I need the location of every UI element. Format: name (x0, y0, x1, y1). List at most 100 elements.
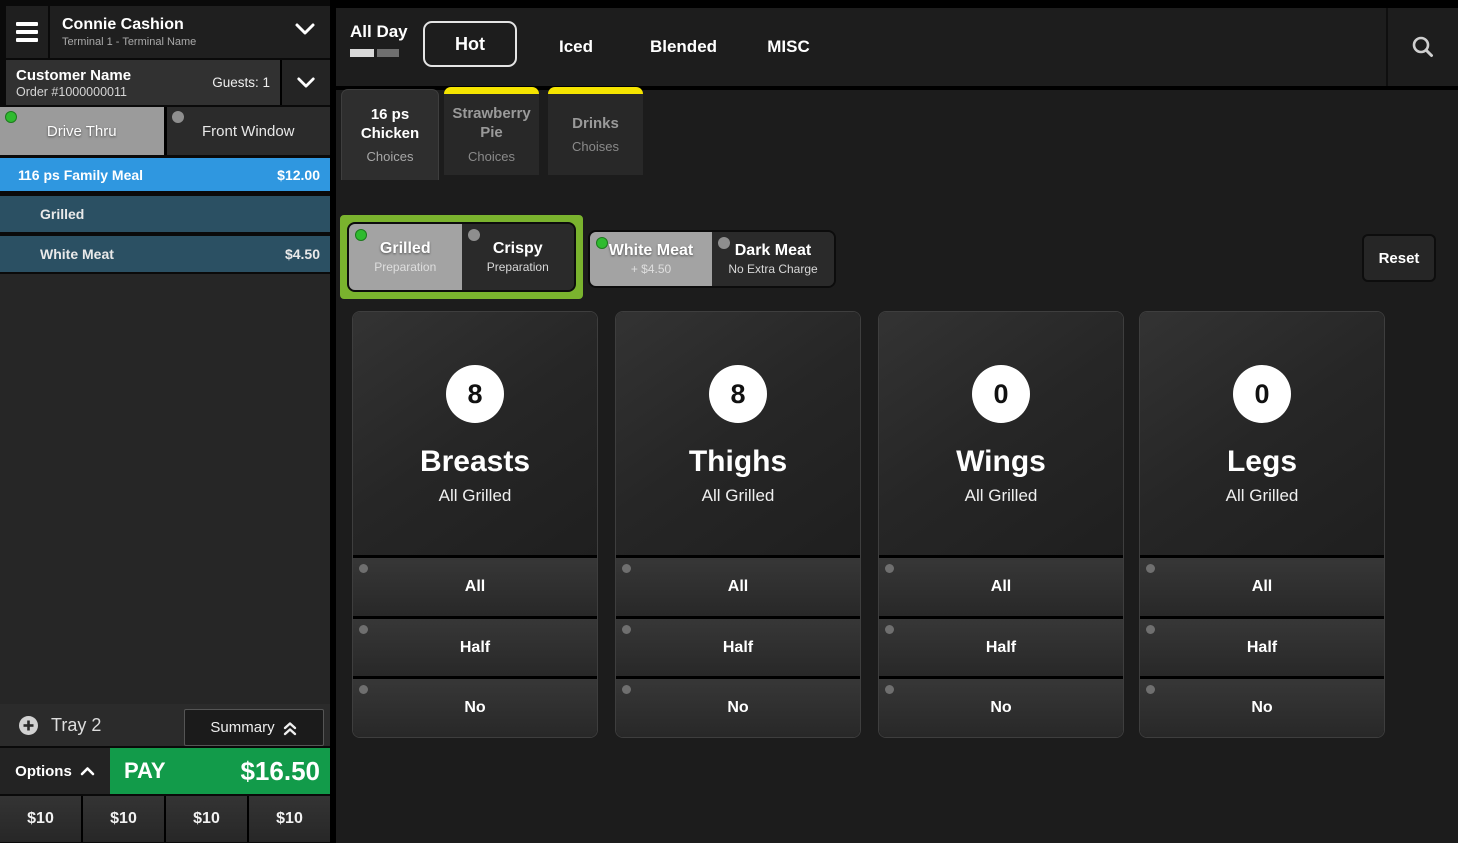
double-chevron-up-icon (282, 720, 298, 736)
toggle-label: White Meat (609, 242, 693, 260)
option-label: No (1251, 699, 1272, 717)
order-list-empty-area (0, 274, 330, 704)
modifier-name: White Meat (0, 246, 285, 262)
piece-card-subtitle: All Grilled (1226, 486, 1299, 506)
quick-cash-button[interactable]: $10 (249, 796, 330, 842)
category-tab-16ps-chicken[interactable]: 16 ps Chicken Choices (341, 89, 439, 180)
category-tab-drinks[interactable]: Drinks Choises (548, 87, 643, 175)
status-dot-icon (468, 229, 480, 241)
piece-card-title: Legs (1227, 445, 1297, 479)
category-tab-strawberry-pie[interactable]: Strawberry Pie Choices (444, 87, 539, 175)
piece-card-title: Wings (956, 445, 1046, 479)
channel-label: Drive Thru (47, 123, 117, 140)
toggle-grilled[interactable]: Grilled Preparation (349, 224, 462, 290)
piece-count-badge: 0 (972, 365, 1030, 423)
status-dot-icon (172, 111, 184, 123)
summary-label: Summary (210, 719, 274, 736)
modifier-name: Grilled (0, 206, 330, 222)
option-half-button[interactable]: Half (616, 619, 860, 677)
toggle-label: Dark Meat (735, 242, 811, 260)
option-all-button[interactable]: All (616, 558, 860, 616)
item-name: 16 ps Family Meal (22, 167, 277, 183)
piece-count-badge: 8 (446, 365, 504, 423)
piece-card-thighs: 8 Thighs All Grilled All Half No (615, 311, 861, 738)
quick-cash-button[interactable]: $10 (0, 796, 81, 842)
category-tab-subtitle: Choices (468, 149, 515, 164)
status-dot-icon (1146, 685, 1155, 694)
piece-card-legs: 0 Legs All Grilled All Half No (1139, 311, 1385, 738)
order-line-item[interactable]: 1 16 ps Family Meal $12.00 (0, 158, 330, 191)
all-day-label: All Day (350, 22, 408, 42)
tab-hot[interactable]: Hot (423, 21, 517, 67)
terminal-info[interactable]: Connie Cashion Terminal 1 - Terminal Nam… (50, 6, 330, 58)
option-label: Half (1247, 639, 1277, 657)
piece-card-title: Thighs (689, 445, 787, 479)
channel-tab-drive-thru[interactable]: Drive Thru (0, 107, 164, 155)
quick-cash-bar: $10 $10 $10 $10 (0, 796, 330, 842)
guests-count: Guests: 1 (212, 75, 270, 90)
status-dot-icon (885, 564, 894, 573)
menu-content: 16 ps Chicken Choices Strawberry Pie Cho… (336, 90, 1458, 843)
option-all-button[interactable]: All (1140, 558, 1384, 616)
piece-card-header: 0 Wings All Grilled (879, 312, 1123, 555)
status-dot-icon (359, 685, 368, 694)
tab-misc[interactable]: MISC (756, 8, 821, 86)
option-label: No (727, 699, 748, 717)
summary-button[interactable]: Summary (184, 709, 324, 746)
option-half-button[interactable]: Half (879, 619, 1123, 677)
toggle-label: Grilled (380, 240, 431, 258)
tab-blended[interactable]: Blended (641, 8, 726, 86)
status-dot-icon (355, 229, 367, 241)
channel-tab-front-window[interactable]: Front Window (167, 107, 331, 155)
tab-iced[interactable]: Iced (546, 8, 606, 86)
option-all-button[interactable]: All (353, 558, 597, 616)
status-dot-icon (622, 625, 631, 634)
piece-card-title: Breasts (420, 445, 530, 479)
option-no-button[interactable]: No (879, 679, 1123, 737)
menu-button[interactable] (6, 6, 48, 58)
status-dot-icon (596, 237, 608, 249)
option-label: All (465, 578, 485, 596)
pay-button[interactable]: PAY $16.50 (110, 748, 330, 794)
status-dot-icon (622, 685, 631, 694)
order-sidebar: Connie Cashion Terminal 1 - Terminal Nam… (0, 0, 330, 843)
all-day-indicator-icon (350, 49, 408, 57)
status-dot-icon (359, 564, 368, 573)
toggle-crispy[interactable]: Crispy Preparation (462, 224, 575, 290)
chevron-down-icon (296, 76, 316, 89)
quick-cash-button[interactable]: $10 (83, 796, 164, 842)
option-no-button[interactable]: No (616, 679, 860, 737)
option-no-button[interactable]: No (1140, 679, 1384, 737)
order-modifier-row[interactable]: White Meat $4.50 (0, 236, 330, 272)
toggle-dark-meat[interactable]: Dark Meat No Extra Charge (712, 232, 834, 286)
options-button[interactable]: Options (0, 748, 110, 794)
search-button[interactable] (1386, 8, 1458, 86)
option-no-button[interactable]: No (353, 679, 597, 737)
option-half-button[interactable]: Half (353, 619, 597, 677)
customer-expand-button[interactable] (280, 60, 330, 105)
status-dot-icon (885, 685, 894, 694)
status-dot-icon (359, 625, 368, 634)
order-modifier-row[interactable]: Grilled (0, 196, 330, 232)
toggle-white-meat[interactable]: White Meat + $4.50 (590, 232, 712, 286)
item-qty: 1 (0, 167, 22, 183)
category-tab-subtitle: Choices (367, 149, 414, 164)
reset-button[interactable]: Reset (1362, 234, 1436, 282)
modifier-price: $4.50 (285, 246, 330, 262)
plus-circle-icon (18, 715, 39, 736)
option-all-button[interactable]: All (879, 558, 1123, 616)
status-dot-icon (1146, 625, 1155, 634)
cashier-name: Connie Cashion (62, 16, 196, 34)
quick-cash-button[interactable]: $10 (166, 796, 247, 842)
option-label: Half (460, 639, 490, 657)
terminal-header: Connie Cashion Terminal 1 - Terminal Nam… (6, 6, 330, 58)
meat-toggle-group: White Meat + $4.50 Dark Meat No Extra Ch… (588, 230, 836, 288)
piece-card-subtitle: All Grilled (439, 486, 512, 506)
piece-card-wings: 0 Wings All Grilled All Half No (878, 311, 1124, 738)
all-day-toggle[interactable]: All Day (350, 22, 408, 57)
option-half-button[interactable]: Half (1140, 619, 1384, 677)
options-label: Options (15, 763, 72, 780)
option-label: No (990, 699, 1011, 717)
chevron-down-icon[interactable] (294, 22, 316, 36)
category-tab-title: 16 ps Chicken (342, 106, 438, 144)
